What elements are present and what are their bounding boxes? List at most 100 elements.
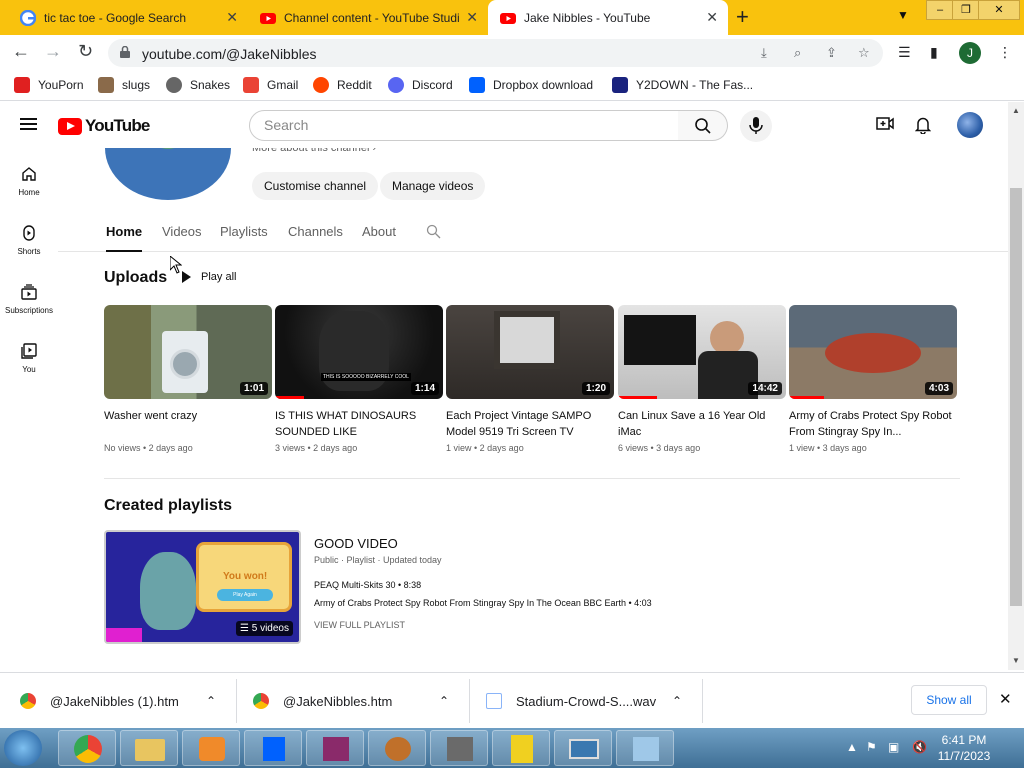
guide-item-subscriptions[interactable]: Subscriptions (0, 284, 58, 315)
playlist-item[interactable]: PEAQ Multi-Skits 30 • 8:38 (314, 580, 421, 590)
new-tab-icon[interactable]: + (736, 4, 749, 30)
kebab-menu-icon[interactable]: ⋮ (998, 44, 1012, 61)
close-tab-icon[interactable]: ✕ (226, 9, 238, 26)
taskbar-app[interactable] (368, 730, 426, 766)
share-icon[interactable]: ⇪ (826, 45, 837, 61)
side-panel-icon[interactable]: ▮ (930, 44, 938, 61)
account-avatar[interactable] (957, 112, 983, 138)
taskbar-chrome[interactable] (58, 730, 116, 766)
video-thumbnail[interactable]: 1:01 (104, 305, 272, 399)
download-item[interactable]: @JakeNibbles.htm ⌃ (253, 673, 449, 729)
tab-about[interactable]: About (362, 224, 396, 239)
video-title[interactable]: Each Project Vintage SAMPO Model 9519 Tr… (446, 408, 614, 440)
view-full-playlist-link[interactable]: VIEW FULL PLAYLIST (314, 620, 405, 630)
minimize-icon[interactable]: – (926, 0, 954, 20)
close-downloads-icon[interactable]: ✕ (999, 690, 1012, 708)
taskbar-app[interactable] (492, 730, 550, 766)
scrollbar-thumb[interactable] (1010, 188, 1022, 606)
video-thumbnail[interactable]: 1:20 (446, 305, 614, 399)
video-title[interactable]: Can Linux Save a 16 Year Old iMac (618, 408, 786, 440)
media-controls-icon[interactable]: ☰ (898, 44, 911, 61)
scroll-up-icon[interactable]: ▲ (1012, 106, 1020, 115)
hamburger-menu-icon[interactable] (20, 118, 37, 130)
chevron-up-icon[interactable]: ⌃ (672, 694, 682, 708)
customise-channel-button[interactable]: Customise channel (252, 172, 379, 200)
video-card[interactable]: 1:01 Washer went crazy No views • 2 days… (104, 305, 272, 453)
video-card[interactable]: 14:42 Can Linux Save a 16 Year Old iMac … (618, 305, 786, 453)
chevron-up-icon[interactable]: ⌃ (439, 694, 449, 708)
notifications-bell-icon[interactable] (915, 116, 931, 134)
taskbar-explorer[interactable] (120, 730, 178, 766)
bookmark-dropbox[interactable]: Dropbox download (469, 77, 593, 93)
forward-arrow-icon[interactable]: → (44, 41, 62, 62)
search-button[interactable] (678, 110, 728, 141)
bookmark-star-icon[interactable]: ☆ (858, 45, 870, 61)
network-icon[interactable]: ▣ (888, 740, 899, 754)
tab-channels[interactable]: Channels (288, 224, 343, 239)
volume-muted-icon[interactable]: 🔇 (912, 740, 927, 754)
channel-search-icon[interactable] (426, 224, 441, 239)
close-tab-icon[interactable]: ✕ (706, 9, 718, 26)
tray-expand-icon[interactable]: ▲ (846, 740, 858, 754)
voice-search-button[interactable] (740, 110, 772, 142)
taskbar-media-player[interactable] (182, 730, 240, 766)
manage-videos-button[interactable]: Manage videos (380, 172, 486, 200)
bookmark-discord[interactable]: Discord (388, 77, 453, 93)
download-item[interactable]: @JakeNibbles (1).htm ⌃ (20, 673, 216, 729)
play-all-button[interactable]: Play all (182, 271, 236, 283)
bookmark-y2down[interactable]: Y2DOWN - The Fas... (612, 77, 753, 93)
guide-item-shorts[interactable]: Shorts (0, 225, 58, 256)
show-all-button[interactable]: Show all (911, 685, 987, 715)
tab-jake-nibbles[interactable]: Jake Nibbles - YouTube ✕ (488, 0, 728, 35)
scroll-down-icon[interactable]: ▼ (1012, 656, 1020, 665)
playlist-item[interactable]: Army of Crabs Protect Spy Robot From Sti… (314, 598, 652, 608)
url-text[interactable]: youtube.com/@JakeNibbles (142, 46, 317, 62)
taskbar-app[interactable] (554, 730, 612, 766)
taskbar-clock[interactable]: 6:41 PM 11/7/2023 (934, 732, 994, 764)
lock-icon[interactable] (120, 46, 130, 58)
bookmark-youporn[interactable]: YouPorn (14, 77, 84, 93)
profile-avatar[interactable]: J (959, 42, 981, 64)
close-window-icon[interactable]: ✕ (978, 0, 1020, 20)
close-tab-icon[interactable]: ✕ (466, 9, 478, 26)
tab-youtube-studio[interactable]: Channel content - YouTube Studio ✕ (248, 0, 488, 35)
video-card[interactable]: THIS IS SOOOOO BIZARRELY COOL 1:14 IS TH… (275, 305, 443, 453)
address-bar[interactable]: youtube.com/@JakeNibbles ⤓ ⌕ ⇪ ☆ (108, 39, 883, 67)
video-thumbnail[interactable]: 14:42 (618, 305, 786, 399)
taskbar-winrar[interactable] (306, 730, 364, 766)
install-icon[interactable]: ⤓ (761, 45, 767, 61)
tab-google-search[interactable]: tic tac toe - Google Search ✕ (8, 0, 248, 35)
chevron-up-icon[interactable]: ⌃ (206, 694, 216, 708)
zoom-icon[interactable]: ⌕ (794, 45, 801, 61)
playlist-title[interactable]: GOOD VIDEO (314, 536, 398, 551)
back-arrow-icon[interactable]: ← (12, 41, 30, 62)
search-input[interactable]: Search (249, 110, 679, 141)
reload-icon[interactable]: ↻ (78, 41, 93, 62)
bookmark-reddit[interactable]: Reddit (313, 77, 372, 93)
start-button[interactable] (4, 730, 42, 766)
chevron-down-icon[interactable]: ▼ (897, 8, 909, 22)
page-scrollbar[interactable]: ▲ ▼ (1008, 102, 1024, 670)
tab-videos[interactable]: Videos (162, 224, 202, 239)
video-thumbnail[interactable]: 4:03 (789, 305, 957, 399)
maximize-icon[interactable]: ❐ (952, 0, 980, 20)
tab-playlists[interactable]: Playlists (220, 224, 268, 239)
bookmark-gmail[interactable]: Gmail (243, 77, 298, 93)
video-card[interactable]: 4:03 Army of Crabs Protect Spy Robot Fro… (789, 305, 957, 453)
video-title[interactable]: IS THIS WHAT DINOSAURS SOUNDED LIKE (275, 408, 443, 440)
tab-home[interactable]: Home (106, 224, 143, 252)
youtube-logo[interactable]: YouTube (58, 116, 150, 136)
playlist-thumbnail[interactable]: You won! Play Again ☰ 5 videos (104, 530, 301, 644)
bookmark-slugs[interactable]: slugs (98, 77, 150, 93)
video-title[interactable]: Army of Crabs Protect Spy Robot From Sti… (789, 408, 957, 440)
bookmark-snakes[interactable]: Snakes (166, 77, 230, 93)
video-title[interactable]: Washer went crazy (104, 408, 272, 440)
guide-item-home[interactable]: Home (0, 166, 58, 197)
download-item[interactable]: Stadium-Crowd-S....wav ⌃ (486, 673, 682, 729)
flag-icon[interactable]: ⚑ (866, 740, 877, 754)
video-thumbnail[interactable]: THIS IS SOOOOO BIZARRELY COOL 1:14 (275, 305, 443, 399)
taskbar-dropbox[interactable] (244, 730, 302, 766)
taskbar-notepad[interactable] (616, 730, 674, 766)
video-card[interactable]: 1:20 Each Project Vintage SAMPO Model 95… (446, 305, 614, 453)
create-video-icon[interactable] (876, 116, 894, 132)
